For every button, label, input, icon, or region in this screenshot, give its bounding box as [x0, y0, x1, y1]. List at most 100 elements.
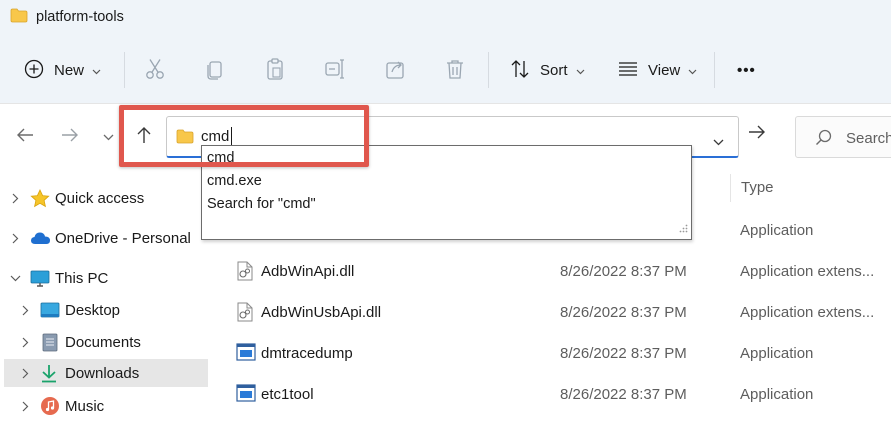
- chevron-right-icon[interactable]: [18, 337, 32, 348]
- desktop-icon: [40, 302, 60, 318]
- file-name: AdbWinApi.dll: [261, 263, 355, 280]
- file-row[interactable]: etc1tool 8/26/2022 8:37 PM Application: [215, 376, 891, 412]
- see-more-button[interactable]: •••: [737, 44, 756, 96]
- file-date: 8/26/2022 8:37 PM: [560, 263, 687, 280]
- command-bar: New Sort View •••: [0, 44, 891, 96]
- chevron-right-icon[interactable]: [18, 401, 32, 412]
- sidebar-item-label: Music: [65, 397, 105, 415]
- toolbar-separator: [124, 52, 125, 88]
- dll-file-icon: [236, 261, 254, 284]
- view-list-icon: [618, 61, 638, 80]
- sidebar-item-label: Quick access: [55, 189, 145, 207]
- file-name: etc1tool: [261, 386, 314, 403]
- chevron-right-icon[interactable]: [8, 193, 22, 204]
- download-arrow-icon: [40, 364, 58, 383]
- file-name: dmtracedump: [261, 345, 353, 362]
- sidebar-item-label: Downloads: [65, 364, 140, 382]
- file-type: Application: [740, 222, 814, 239]
- chevron-down-icon: [688, 62, 697, 78]
- file-type: Application: [740, 386, 814, 403]
- share-icon: [385, 58, 407, 83]
- sidebar-item-label: Documents: [65, 333, 141, 351]
- copy-icon: [205, 58, 225, 83]
- toolbar-separator: [488, 52, 489, 88]
- copy-button[interactable]: [205, 44, 225, 96]
- view-button[interactable]: View: [618, 44, 697, 96]
- scissors-icon: [145, 58, 165, 83]
- delete-button[interactable]: [445, 44, 465, 96]
- sidebar-item-quick-access[interactable]: Quick access: [0, 184, 215, 212]
- sidebar-item-label: OneDrive - Personal: [55, 229, 191, 247]
- file-row[interactable]: AdbWinApi.dll 8/26/2022 8:37 PM Applicat…: [215, 253, 891, 289]
- address-dropdown-chevron-icon[interactable]: [713, 133, 724, 149]
- more-options-icon: •••: [737, 61, 756, 79]
- toolbar-separator: [714, 52, 715, 88]
- search-icon: [815, 129, 832, 149]
- highlight-annotation-box: [119, 105, 369, 167]
- view-button-label: View: [648, 61, 681, 79]
- share-button[interactable]: [385, 44, 407, 96]
- sidebar-item-label: Desktop: [65, 301, 121, 319]
- back-button[interactable]: [13, 124, 37, 148]
- cut-button[interactable]: [145, 44, 165, 96]
- file-date: 8/26/2022 8:37 PM: [560, 304, 687, 321]
- music-note-icon: [40, 396, 60, 416]
- recent-locations-button[interactable]: [96, 124, 120, 148]
- clipboard-icon: [265, 57, 285, 83]
- window-title-bar: platform-tools: [10, 6, 124, 28]
- chevron-down-icon[interactable]: [8, 275, 22, 282]
- cloud-icon: [30, 231, 51, 245]
- executable-file-icon: [236, 343, 256, 364]
- rename-icon: [325, 58, 347, 83]
- column-header-label: Type: [741, 179, 774, 196]
- arrow-right-icon: [748, 125, 766, 143]
- sidebar-item-music[interactable]: Music: [0, 392, 215, 420]
- sort-button-label: Sort: [540, 61, 568, 79]
- sidebar-item-label: This PC: [55, 269, 109, 287]
- file-row[interactable]: AdbWinUsbApi.dll 8/26/2022 8:37 PM Appli…: [215, 294, 891, 330]
- search-box[interactable]: Search: [795, 116, 891, 158]
- chevron-right-icon[interactable]: [18, 305, 32, 316]
- executable-file-icon: [236, 384, 256, 405]
- chevron-down-icon: [576, 62, 585, 78]
- sidebar-item-onedrive[interactable]: OneDrive - Personal: [0, 224, 215, 252]
- arrow-right-icon: [61, 127, 79, 146]
- autocomplete-item[interactable]: Search for "cmd": [207, 196, 316, 212]
- arrow-left-icon: [16, 127, 34, 146]
- file-date: 8/26/2022 8:37 PM: [560, 386, 687, 403]
- file-type: Application: [740, 345, 814, 362]
- autocomplete-item[interactable]: cmd.exe: [207, 173, 262, 189]
- computer-monitor-icon: [30, 270, 50, 287]
- chevron-right-icon[interactable]: [18, 368, 32, 379]
- sort-icon: [510, 59, 530, 82]
- file-name: AdbWinUsbApi.dll: [261, 304, 382, 321]
- trash-icon: [445, 58, 465, 83]
- resize-grip-icon[interactable]: [679, 220, 688, 236]
- search-placeholder: Search: [846, 130, 891, 147]
- chevron-down-icon: [103, 128, 114, 144]
- star-icon: [30, 188, 50, 208]
- window-title: platform-tools: [36, 9, 124, 25]
- sidebar-item-downloads[interactable]: Downloads: [4, 359, 208, 387]
- paste-button[interactable]: [265, 44, 285, 96]
- new-button[interactable]: New: [24, 44, 101, 96]
- rename-button[interactable]: [325, 44, 347, 96]
- go-button[interactable]: [748, 124, 766, 143]
- folder-icon: [10, 8, 28, 26]
- sidebar-item-this-pc[interactable]: This PC: [0, 264, 215, 292]
- dll-file-icon: [236, 302, 254, 325]
- title-and-command-area: platform-tools New Sort View •••: [0, 0, 891, 103]
- sort-button[interactable]: Sort: [510, 44, 585, 96]
- sidebar-item-documents[interactable]: Documents: [0, 328, 215, 356]
- new-button-label: New: [54, 61, 85, 79]
- file-type: Application extens...: [740, 304, 875, 321]
- forward-button[interactable]: [58, 124, 82, 148]
- chevron-down-icon: [92, 62, 101, 78]
- file-date: 8/26/2022 8:37 PM: [560, 345, 687, 362]
- file-type: Application extens...: [740, 263, 875, 280]
- chevron-right-icon[interactable]: [8, 233, 22, 244]
- sidebar-item-desktop[interactable]: Desktop: [0, 296, 215, 324]
- column-header-type[interactable]: Type: [730, 174, 890, 202]
- navigation-pane: Quick access OneDrive - Personal This PC…: [0, 168, 215, 424]
- file-row[interactable]: dmtracedump 8/26/2022 8:37 PM Applicatio…: [215, 335, 891, 371]
